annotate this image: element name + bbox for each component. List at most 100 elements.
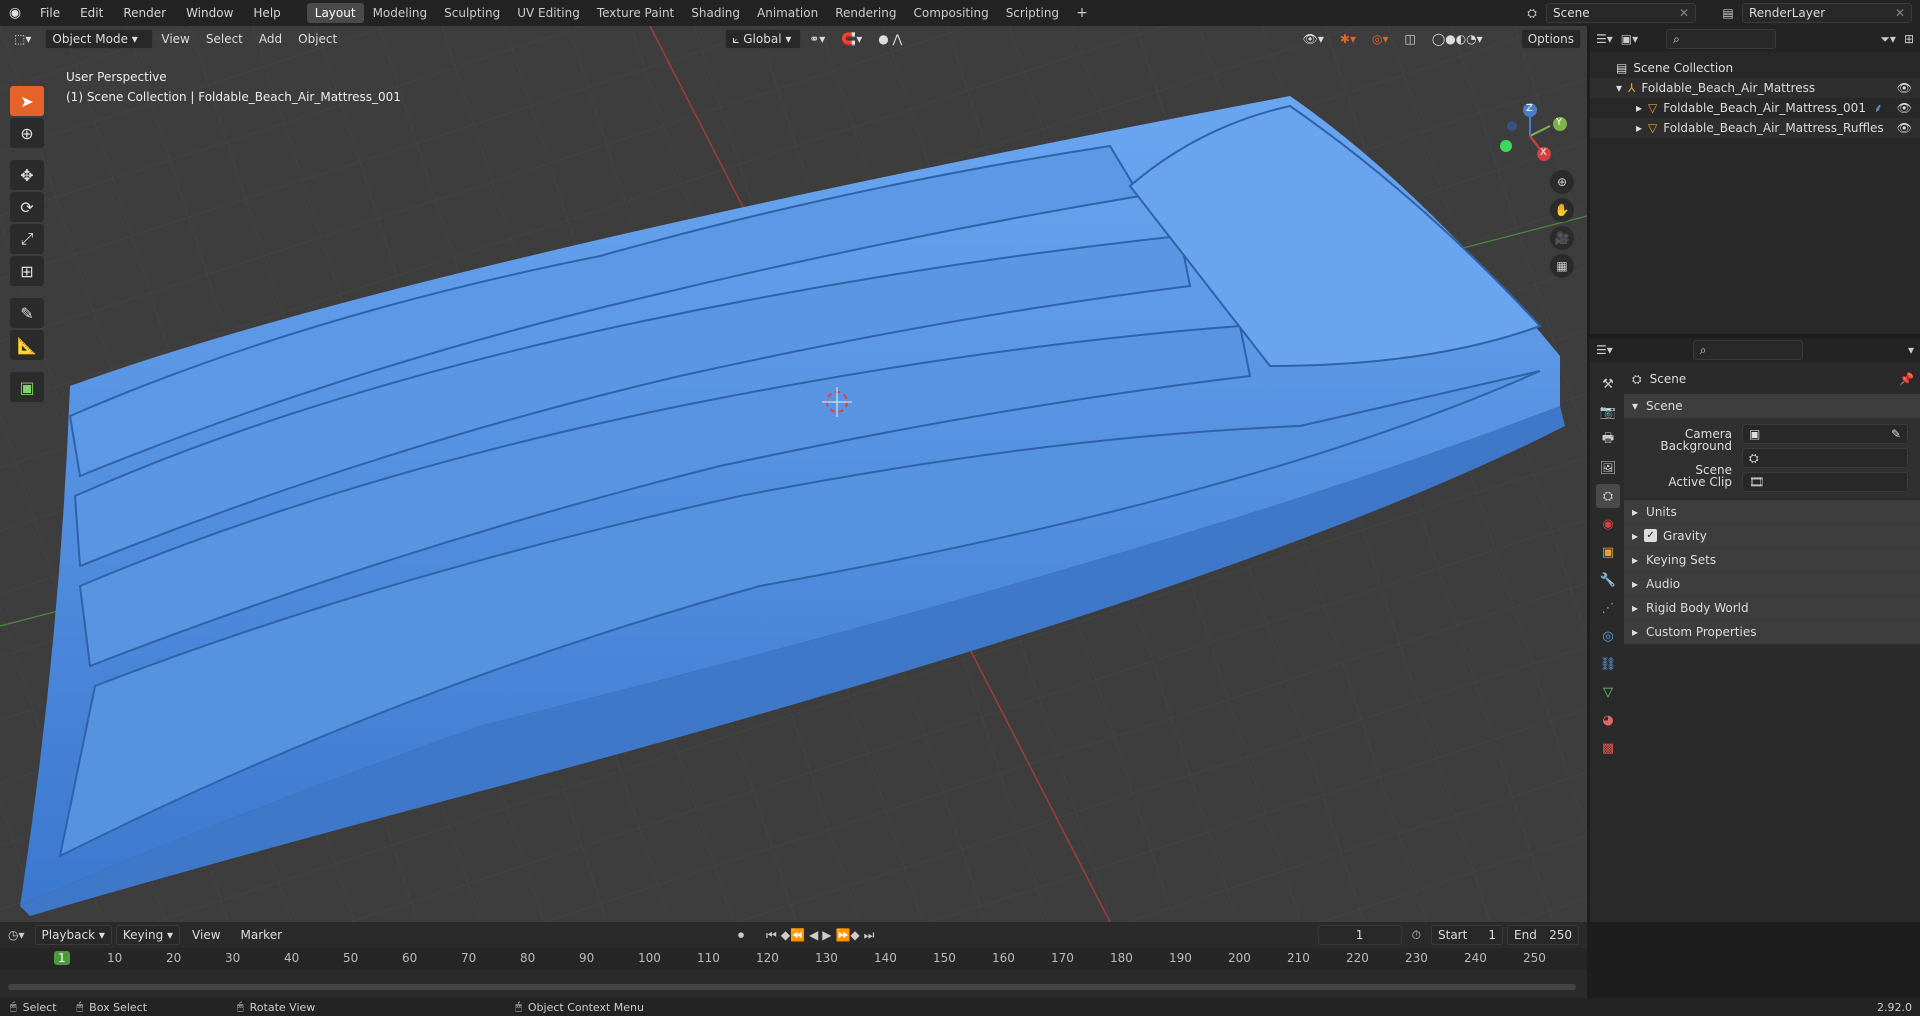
view-layer-selector[interactable]: RenderLayer ✕: [1742, 3, 1912, 23]
chevron-right-icon[interactable]: ▸: [1636, 118, 1642, 138]
eye-icon[interactable]: 👁: [1897, 98, 1912, 118]
cursor-tool-icon[interactable]: ⊕: [10, 118, 44, 148]
modifier-icon[interactable]: ⸙: [1874, 98, 1883, 118]
output-tab-icon[interactable]: 🖶: [1596, 428, 1620, 452]
outliner-row-mattress-001[interactable]: ▸ ▽ Foldable_Beach_Air_Mattress_001 ⸙ 👁: [1590, 98, 1920, 118]
menu-select[interactable]: Select: [198, 29, 251, 49]
audio-panel-header[interactable]: ▸ Audio: [1624, 572, 1920, 596]
menu-object[interactable]: Object: [290, 29, 345, 49]
editor-type-icon[interactable]: ◷▾: [8, 928, 25, 942]
add-cube-tool-icon[interactable]: ▣: [10, 372, 44, 402]
pivot-icon[interactable]: ⚭▾: [801, 29, 833, 49]
menu-help[interactable]: Help: [243, 0, 290, 26]
menu-edit[interactable]: Edit: [70, 0, 113, 26]
tab-rendering[interactable]: Rendering: [827, 3, 904, 23]
transform-orientation-selector[interactable]: ⟀ Global ▾: [725, 29, 802, 49]
menu-render[interactable]: Render: [113, 0, 176, 26]
rotate-tool-icon[interactable]: ⟳: [10, 192, 44, 222]
camera-view-icon[interactable]: 🎥: [1550, 226, 1574, 250]
eye-icon[interactable]: 👁: [1897, 118, 1912, 138]
world-tab-icon[interactable]: ◉: [1596, 512, 1620, 536]
eyedropper-icon[interactable]: ✎: [1891, 425, 1901, 443]
filter-icon[interactable]: ⏷▾: [1880, 32, 1896, 47]
outliner-row-mattress-ruffles[interactable]: ▸ ▽ Foldable_Beach_Air_Mattress_Ruffles …: [1590, 118, 1920, 138]
add-workspace-button[interactable]: +: [1068, 3, 1096, 23]
keying-sets-panel-header[interactable]: ▸ Keying Sets: [1624, 548, 1920, 572]
timeline-scrollbar[interactable]: [8, 984, 1576, 990]
next-keyframe-icon[interactable]: ⏩◆: [835, 928, 859, 942]
tab-shading[interactable]: Shading: [683, 3, 748, 23]
outliner-row-mattress-collection[interactable]: ▾ ⅄ Foldable_Beach_Air_Mattress 👁: [1590, 78, 1920, 98]
tool-tab-icon[interactable]: ⚒: [1596, 372, 1620, 396]
gizmo-toggle-icon[interactable]: ✱▾: [1332, 29, 1364, 49]
object-tab-icon[interactable]: ▣: [1596, 540, 1620, 564]
outliner-row-scene-collection[interactable]: ▤ Scene Collection: [1590, 58, 1920, 78]
physics-tab-icon[interactable]: ◎: [1596, 624, 1620, 648]
texture-tab-icon[interactable]: ▩: [1596, 736, 1620, 760]
chevron-down-icon[interactable]: ▾: [1616, 78, 1622, 98]
constraints-tab-icon[interactable]: ⛓: [1596, 652, 1620, 676]
current-frame-field[interactable]: 1: [1317, 925, 1402, 945]
record-icon[interactable]: ⏺: [738, 928, 744, 943]
menu-file[interactable]: File: [30, 0, 70, 26]
tab-layout[interactable]: Layout: [306, 3, 364, 23]
tab-modeling[interactable]: Modeling: [365, 3, 436, 23]
pin-icon[interactable]: 📌: [1899, 367, 1914, 391]
modifier-tab-icon[interactable]: 🔧: [1596, 568, 1620, 592]
viewport-canvas[interactable]: [0, 26, 1587, 922]
scene-tab-icon[interactable]: ⛭: [1596, 484, 1620, 508]
active-clip-field[interactable]: 🎞: [1742, 472, 1908, 492]
play-reverse-icon[interactable]: ◀: [809, 928, 818, 942]
prev-keyframe-icon[interactable]: ◆⏪: [781, 928, 805, 942]
properties-search-input[interactable]: ⌕: [1692, 340, 1803, 360]
annotate-tool-icon[interactable]: ✎: [10, 298, 44, 328]
eye-icon[interactable]: 👁: [1897, 78, 1912, 98]
scene-icon[interactable]: ⛭: [1518, 6, 1546, 21]
keying-menu[interactable]: Keying ▾: [115, 925, 181, 945]
editor-type-icon[interactable]: ☰▾: [1596, 32, 1613, 46]
mode-selector[interactable]: Object Mode ▾: [45, 29, 154, 49]
close-icon[interactable]: ✕: [1679, 4, 1689, 22]
select-box-tool-icon[interactable]: ➤: [10, 86, 44, 116]
tab-animation[interactable]: Animation: [749, 3, 826, 23]
jump-start-icon[interactable]: ⏮: [766, 928, 777, 943]
stopwatch-icon[interactable]: ⏱: [1412, 928, 1421, 943]
play-icon[interactable]: ▶: [822, 928, 831, 942]
shading-modes-icon[interactable]: ◯●◐◔▾: [1424, 29, 1491, 49]
background-scene-field[interactable]: ⛭: [1742, 448, 1908, 468]
measure-tool-icon[interactable]: 📐: [10, 330, 44, 360]
frame-ruler[interactable]: 1 10 20 30 40 50 60 70 80 90 100 110 120 130 140 150 160…: [0, 948, 1587, 970]
view-layer-tab-icon[interactable]: 🖼: [1596, 456, 1620, 480]
display-mode-icon[interactable]: ▣▾: [1621, 32, 1638, 46]
tab-texture-paint[interactable]: Texture Paint: [589, 3, 682, 23]
rigid-body-world-panel-header[interactable]: ▸ Rigid Body World: [1624, 596, 1920, 620]
playback-menu[interactable]: Playback ▾: [34, 925, 112, 945]
tab-scripting[interactable]: Scripting: [998, 3, 1067, 23]
units-panel-header[interactable]: ▸ Units: [1624, 500, 1920, 524]
options-button[interactable]: Options: [1520, 29, 1581, 49]
camera-field[interactable]: ▣ ✎: [1742, 424, 1908, 444]
end-frame-field[interactable]: End 250: [1507, 925, 1579, 945]
menu-view[interactable]: View: [184, 925, 228, 945]
menu-window[interactable]: Window: [176, 0, 243, 26]
overlay-toggle-icon[interactable]: ◎▾: [1364, 29, 1397, 49]
scene-selector[interactable]: Scene ✕: [1546, 3, 1696, 23]
new-collection-icon[interactable]: ⊞: [1904, 32, 1914, 46]
particles-tab-icon[interactable]: ⋰: [1596, 596, 1620, 620]
menu-marker[interactable]: Marker: [233, 925, 290, 945]
3d-viewport[interactable]: ⬚▾ Object Mode ▾ View Select Add Object …: [0, 26, 1587, 922]
custom-properties-panel-header[interactable]: ▸ Custom Properties: [1624, 620, 1920, 644]
render-tab-icon[interactable]: 📷: [1596, 400, 1620, 424]
tab-compositing[interactable]: Compositing: [905, 3, 996, 23]
gravity-checkbox[interactable]: ✓: [1644, 529, 1658, 542]
tab-uv-editing[interactable]: UV Editing: [509, 3, 588, 23]
material-tab-icon[interactable]: ◕: [1596, 708, 1620, 732]
start-frame-field[interactable]: Start 1: [1431, 925, 1503, 945]
editor-type-icon[interactable]: ☰▾: [1596, 343, 1613, 357]
snap-icon[interactable]: 🧲▾: [833, 29, 870, 49]
navigation-gizmo[interactable]: Z Y X: [1490, 96, 1570, 176]
editor-type-icon[interactable]: ⬚▾: [6, 29, 39, 49]
jump-end-icon[interactable]: ⏭: [864, 928, 875, 943]
menu-add[interactable]: Add: [251, 29, 290, 49]
data-tab-icon[interactable]: ▽: [1596, 680, 1620, 704]
